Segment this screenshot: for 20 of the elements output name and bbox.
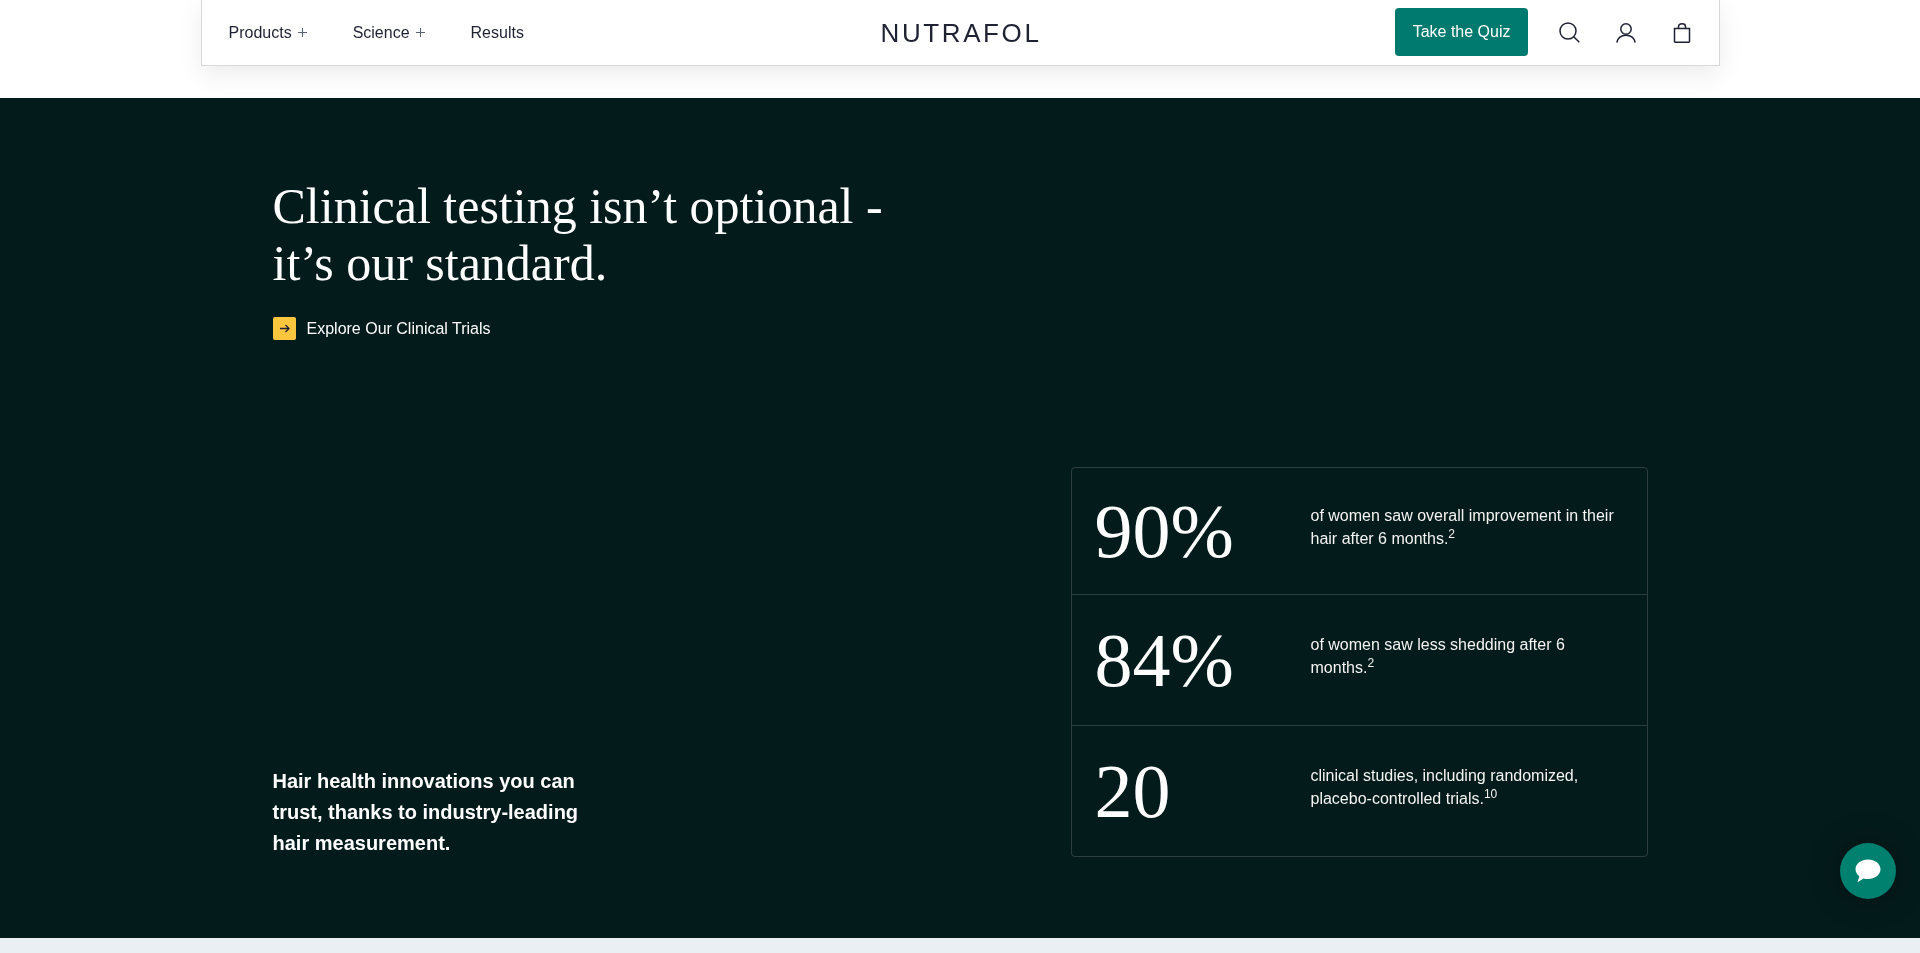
bag-icon[interactable] [1673, 22, 1692, 43]
nav-link[interactable]: Science [352, 22, 410, 43]
plus-icon[interactable] [415, 28, 425, 37]
stat-description: of women saw less shedding after 6 months.$^{2}$ [1310, 635, 1566, 678]
tagline: Hair health innovations you can trust, thanks to industry-leading hair measurement. [272, 769, 580, 856]
plus-icon[interactable] [297, 28, 307, 37]
stat-description: clinical studies, including randomized, placebo-controlled trials.$^{10}$ [1310, 766, 1580, 809]
stat-number: 20 [1094, 753, 1172, 829]
user-icon[interactable] [1616, 22, 1637, 43]
stat-number: 84% [1094, 622, 1235, 698]
heading: Clinical testing isn’t optional - it’s our standard. [272, 178, 884, 292]
search-icon[interactable] [1559, 22, 1581, 43]
logo[interactable]: NUTRAFOL [878, 17, 1042, 48]
nav-link[interactable]: Products [228, 22, 292, 43]
nav-link[interactable]: Results [470, 22, 524, 43]
clinical-trials-link[interactable]: Explore Our Clinical Trials [272, 317, 491, 340]
stat-description: of women saw overall improvement in their hair after 6 months.$^{2}$ [1310, 506, 1615, 549]
take-quiz-button[interactable]: Take the Quiz [1394, 8, 1529, 56]
stat-number: 90% [1094, 493, 1235, 569]
speech-bubble-icon [1855, 859, 1881, 883]
